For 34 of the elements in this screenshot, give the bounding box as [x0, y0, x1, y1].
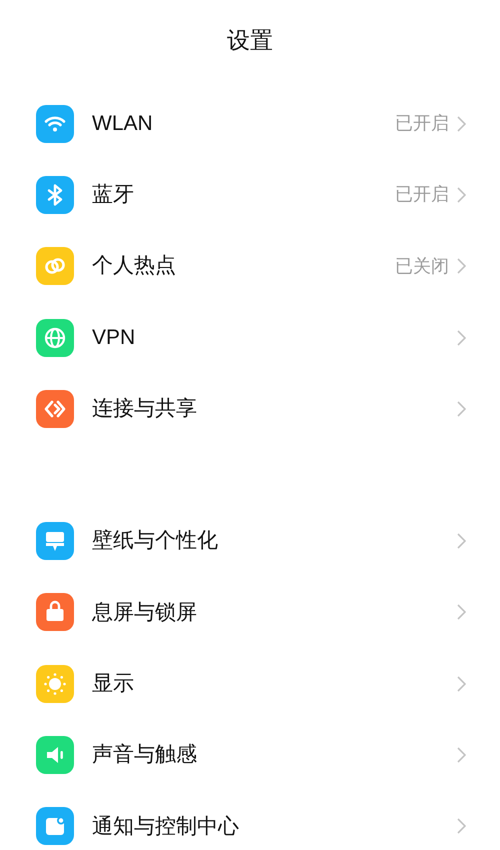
setting-label: WLAN	[92, 110, 154, 137]
settings-row[interactable]: 通知与控制中心	[0, 790, 500, 850]
setting-label: 连接与共享	[92, 396, 198, 422]
chevron-right-icon	[457, 116, 466, 132]
settings-row[interactable]: 显示	[0, 648, 500, 720]
setting-label: 息屏与锁屏	[92, 600, 198, 626]
chevron-right-icon	[457, 747, 466, 764]
setting-value: 已关闭	[395, 254, 449, 278]
chevron-right-icon	[457, 330, 466, 346]
setting-label: VPN	[92, 324, 136, 351]
setting-label: 壁纸与个性化	[92, 528, 219, 554]
chevron-right-icon	[457, 676, 466, 692]
settings-row[interactable]: 连接与共享	[0, 373, 500, 444]
chevron-right-icon	[457, 604, 466, 620]
setting-label: 通知与控制中心	[92, 814, 240, 840]
chevron-right-icon	[457, 186, 466, 203]
chevron-right-icon	[457, 533, 466, 550]
chevron-right-icon	[457, 258, 466, 274]
chevron-right-icon	[457, 818, 466, 834]
setting-label: 声音与触感	[92, 742, 198, 768]
setting-label: 显示	[92, 670, 135, 697]
settings-row[interactable]: 壁纸与个性化	[0, 505, 500, 577]
setting-label: 蓝牙	[92, 182, 135, 208]
setting-value: 已开启	[395, 112, 449, 136]
chevron-right-icon	[457, 400, 466, 417]
settings-row[interactable]: 个人热点 已关闭	[0, 230, 500, 302]
setting-label: 个人热点	[92, 253, 177, 280]
settings-row[interactable]: 声音与触感	[0, 719, 500, 791]
settings-row[interactable]: 蓝牙 已开启	[0, 159, 500, 231]
settings-row[interactable]: VPN	[0, 302, 500, 374]
settings-row[interactable]: WLAN 已开启	[0, 88, 500, 160]
settings-row[interactable]: 息屏与锁屏	[0, 576, 500, 648]
page-title: 设置	[227, 26, 273, 55]
setting-value: 已开启	[395, 183, 449, 206]
